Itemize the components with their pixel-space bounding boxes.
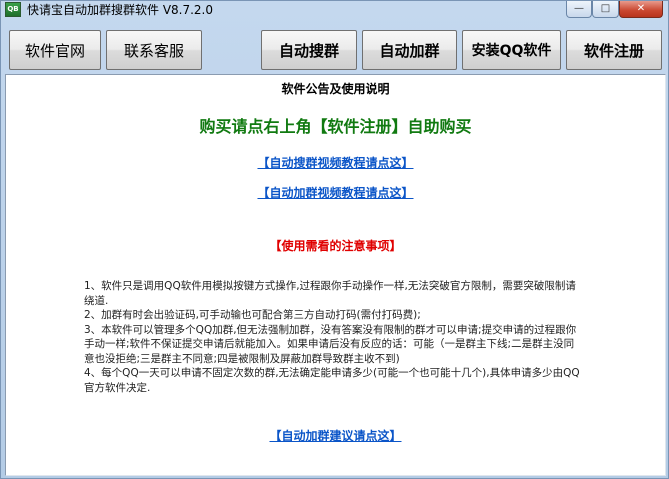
notice-item: 4、每个QQ一天可以申请不固定次数的群,无法确定能申请多少(可能一个也可能十几个… bbox=[84, 367, 580, 394]
app-logo-icon: QB bbox=[5, 2, 21, 17]
purchase-instruction: 购买请点右上角【软件注册】自助购买 bbox=[199, 117, 472, 136]
notice-item: 1、软件只是调用QQ软件用模拟按键方式操作,过程跟你手动操作一样,无法突破官方限… bbox=[84, 280, 576, 307]
app-window: QB 快请宝自动加群搜群软件 V8.7.2.0 — □ ✕ 软件官网 联系客服 … bbox=[0, 0, 669, 479]
notice-title: 软件公告及使用说明 bbox=[281, 82, 390, 96]
notice-panel: 软件公告及使用说明 购买请点右上角【软件注册】自助购买 【自动搜群视频教程请点这… bbox=[5, 74, 666, 476]
window-title: 快请宝自动加群搜群软件 V8.7.2.0 bbox=[27, 3, 214, 17]
maximize-button[interactable]: □ bbox=[592, 1, 619, 18]
notice-item: 3、本软件可以管理多个QQ加群,但无法强制加群，没有答案没有限制的群才可以申请;… bbox=[84, 323, 577, 365]
auto-search-groups-button[interactable]: 自动搜群 bbox=[261, 30, 357, 70]
install-qq-button[interactable]: 安装QQ软件 bbox=[462, 30, 561, 70]
contact-support-button[interactable]: 联系客服 bbox=[106, 30, 202, 70]
search-video-tutorial-link[interactable]: 【自动搜群视频教程请点这】 bbox=[257, 156, 413, 170]
auto-add-groups-button[interactable]: 自动加群 bbox=[362, 30, 457, 70]
warning-title: 【使用需看的注意事项】 bbox=[269, 239, 402, 253]
add-video-tutorial-link[interactable]: 【自动加群视频教程请点这】 bbox=[257, 186, 413, 200]
close-button[interactable]: ✕ bbox=[619, 1, 663, 18]
notice-items: 1、软件只是调用QQ软件用模拟按键方式操作,过程跟你手动操作一样,无法突破官方限… bbox=[84, 279, 584, 395]
add-suggestion-link[interactable]: 【自动加群建议请点这】 bbox=[269, 429, 401, 443]
notice-item: 2、加群有时会出验证码,可手动输也可配合第三方自动打码(需付打码费); bbox=[84, 309, 421, 321]
software-register-button[interactable]: 软件注册 bbox=[566, 30, 662, 70]
minimize-button[interactable]: — bbox=[566, 1, 592, 18]
title-bar[interactable]: QB 快请宝自动加群搜群软件 V8.7.2.0 — □ ✕ bbox=[1, 1, 668, 19]
official-site-button[interactable]: 软件官网 bbox=[9, 30, 101, 70]
